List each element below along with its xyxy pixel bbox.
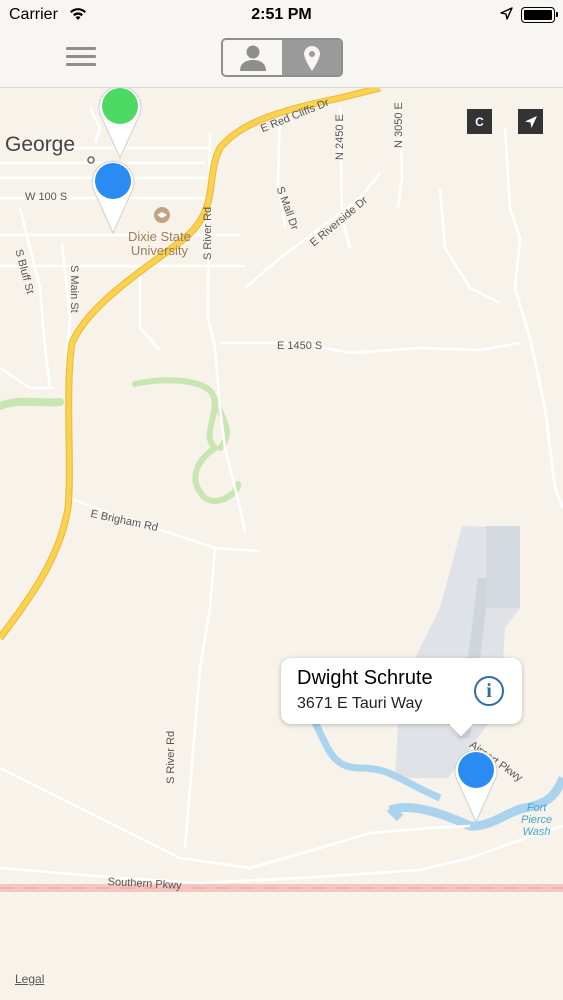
map-label-e1450s: E 1450 S <box>277 340 323 352</box>
view-segmented-control[interactable] <box>221 38 343 77</box>
map-label-city: George <box>5 133 76 156</box>
info-icon[interactable]: i <box>474 676 504 706</box>
location-arrow-button[interactable] <box>518 109 543 134</box>
map-view[interactable]: George W 100 S Dixie State University S … <box>0 88 563 1000</box>
pin-callout[interactable]: Dwight Schrute 3671 E Tauri Way i <box>281 658 522 724</box>
callout-address: 3671 E Tauri Way <box>297 695 423 712</box>
map-label-s-main: S Main St <box>68 265 80 313</box>
callout-name: Dwight Schrute <box>297 667 433 689</box>
green-pin[interactable] <box>94 88 146 160</box>
battery-icon <box>521 7 558 23</box>
segment-map[interactable] <box>282 40 341 75</box>
map-label-n2450e: N 2450 E <box>334 114 346 160</box>
blue-pin-top[interactable] <box>87 159 139 235</box>
location-arrow-icon <box>524 115 537 128</box>
navigation-bar <box>0 30 563 88</box>
status-time: 2:51 PM <box>251 6 312 23</box>
status-bar: Carrier 2:51 PM <box>0 0 563 30</box>
map-label-fort-pierce: Fort Pierce Wash <box>521 802 553 838</box>
map-label-w100s: W 100 S <box>25 191 68 203</box>
map-label-n3050e: N 3050 E <box>393 102 405 148</box>
blue-pin-selected[interactable] <box>450 748 502 824</box>
map-base <box>0 88 563 892</box>
map-label-s-river-bottom: S River Rd <box>165 730 177 784</box>
segment-people[interactable] <box>223 40 282 75</box>
map-label-s-river-top: S River Rd <box>202 206 214 260</box>
hamburger-menu-icon[interactable] <box>66 45 96 69</box>
map-pin-icon <box>303 45 320 71</box>
person-icon <box>239 45 266 71</box>
location-services-icon <box>500 7 513 26</box>
compass-button[interactable]: C <box>467 109 492 134</box>
legal-link[interactable]: Legal <box>15 972 44 986</box>
